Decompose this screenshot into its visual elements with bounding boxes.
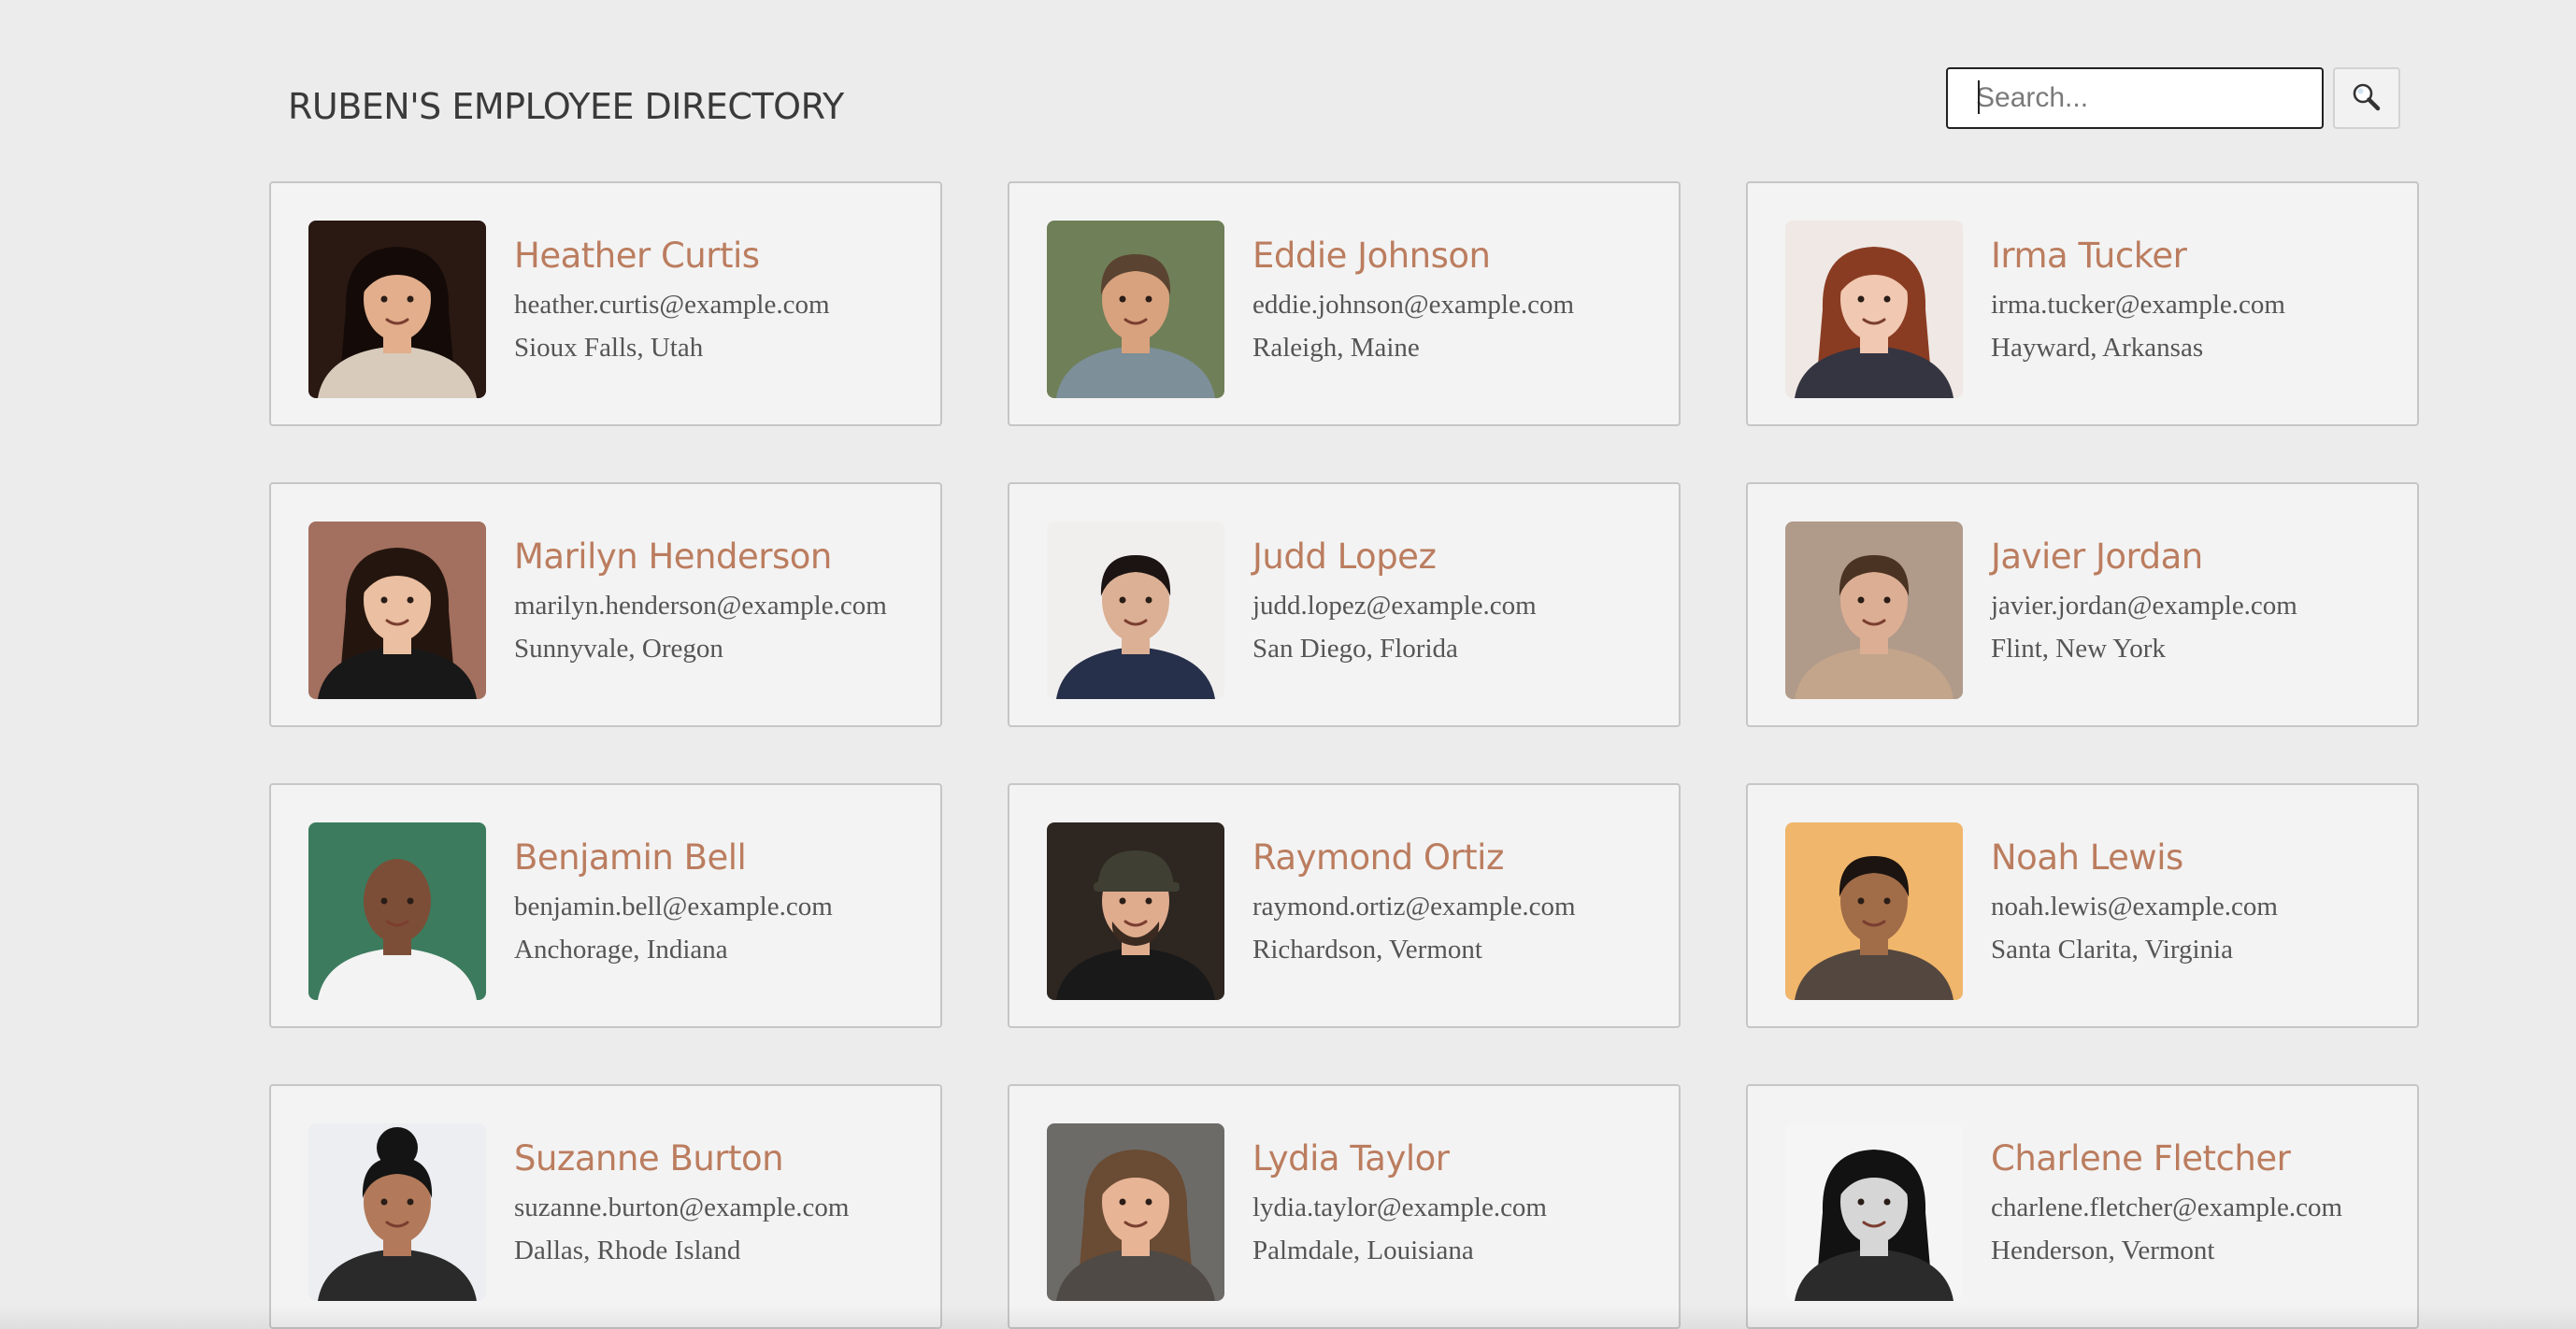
employee-photo <box>1047 822 1224 1000</box>
employee-email: marilyn.henderson@example.com <box>514 591 887 621</box>
employee-name: Suzanne Burton <box>514 1138 784 1179</box>
employee-email: benjamin.bell@example.com <box>514 892 833 922</box>
employee-location: Henderson, Vermont <box>1991 1236 2215 1265</box>
employee-name: Irma Tucker <box>1991 236 2187 276</box>
employee-card[interactable]: Raymond Ortiz raymond.ortiz@example.com Ri… <box>1008 783 1681 1028</box>
employee-email: irma.tucker@example.com <box>1991 290 2285 320</box>
employee-card[interactable]: Lydia Taylor lydia.taylor@example.com Palm… <box>1008 1084 1681 1329</box>
employee-photo <box>308 1123 486 1301</box>
employee-card[interactable]: Heather Curtis heather.curtis@example.com… <box>269 181 942 426</box>
employee-email: heather.curtis@example.com <box>514 290 830 320</box>
search-button[interactable] <box>2333 67 2400 129</box>
employee-card[interactable]: Suzanne Burton suzanne.burton@example.com… <box>269 1084 942 1329</box>
employee-email: noah.lewis@example.com <box>1991 892 2278 922</box>
employee-email: charlene.fletcher@example.com <box>1991 1193 2343 1222</box>
employee-photo <box>1047 221 1224 398</box>
employee-photo <box>308 221 486 398</box>
employee-card[interactable]: Irma Tucker irma.tucker@example.com Haywar… <box>1746 181 2419 426</box>
employee-name: Charlene Fletcher <box>1991 1138 2291 1179</box>
employee-photo <box>1785 522 1963 699</box>
employee-location: Anchorage, Indiana <box>514 935 728 965</box>
employee-photo <box>1785 221 1963 398</box>
employee-email: raymond.ortiz@example.com <box>1252 892 1576 922</box>
employee-card[interactable]: Javier Jordan javier.jordan@example.com Fl… <box>1746 482 2419 727</box>
page-title: RUBEN'S EMPLOYEE DIRECTORY <box>288 86 844 127</box>
employee-name: Marilyn Henderson <box>514 536 832 577</box>
employee-email: suzanne.burton@example.com <box>514 1193 850 1222</box>
employee-photo <box>1047 1123 1224 1301</box>
employee-card[interactable]: Noah Lewis noah.lewis@example.com Santa Cl… <box>1746 783 2419 1028</box>
employee-location: Dallas, Rhode Island <box>514 1236 741 1265</box>
employee-location: Sunnyvale, Oregon <box>514 634 723 664</box>
search-icon <box>2350 80 2383 117</box>
employee-name: Lydia Taylor <box>1252 1138 1450 1179</box>
employee-photo <box>308 822 486 1000</box>
search-input[interactable] <box>1946 67 2324 129</box>
employee-name: Raymond Ortiz <box>1252 837 1504 878</box>
employee-name: Javier Jordan <box>1991 536 2203 577</box>
employee-location: Sioux Falls, Utah <box>514 333 704 363</box>
employee-name: Heather Curtis <box>514 236 760 276</box>
employee-name: Eddie Johnson <box>1252 236 1491 276</box>
employee-email: judd.lopez@example.com <box>1252 591 1537 621</box>
employee-location: Palmdale, Louisiana <box>1252 1236 1474 1265</box>
employee-location: Flint, New York <box>1991 634 2166 664</box>
employee-email: lydia.taylor@example.com <box>1252 1193 1547 1222</box>
employee-photo <box>1785 822 1963 1000</box>
employee-name: Benjamin Bell <box>514 837 747 878</box>
employee-location: Richardson, Vermont <box>1252 935 1482 965</box>
employee-photo <box>1047 522 1224 699</box>
employee-location: Hayward, Arkansas <box>1991 333 2204 363</box>
search-text-cursor <box>1978 80 1980 114</box>
employee-name: Judd Lopez <box>1252 536 1437 577</box>
employee-location: Santa Clarita, Virginia <box>1991 935 2233 965</box>
employee-card[interactable]: Benjamin Bell benjamin.bell@example.com An… <box>269 783 942 1028</box>
employee-email: eddie.johnson@example.com <box>1252 290 1575 320</box>
employee-photo <box>308 522 486 699</box>
employee-location: Raleigh, Maine <box>1252 333 1420 363</box>
employee-photo <box>1785 1123 1963 1301</box>
employee-name: Noah Lewis <box>1991 837 2183 878</box>
employee-card[interactable]: Marilyn Henderson marilyn.henderson@examp… <box>269 482 942 727</box>
employee-card[interactable]: Eddie Johnson eddie.johnson@example.com Ra… <box>1008 181 1681 426</box>
employee-location: San Diego, Florida <box>1252 634 1458 664</box>
employee-card[interactable]: Judd Lopez judd.lopez@example.com San Dieg… <box>1008 482 1681 727</box>
employee-email: javier.jordan@example.com <box>1991 591 2297 621</box>
employee-card[interactable]: Charlene Fletcher charlene.fletcher@examp… <box>1746 1084 2419 1329</box>
